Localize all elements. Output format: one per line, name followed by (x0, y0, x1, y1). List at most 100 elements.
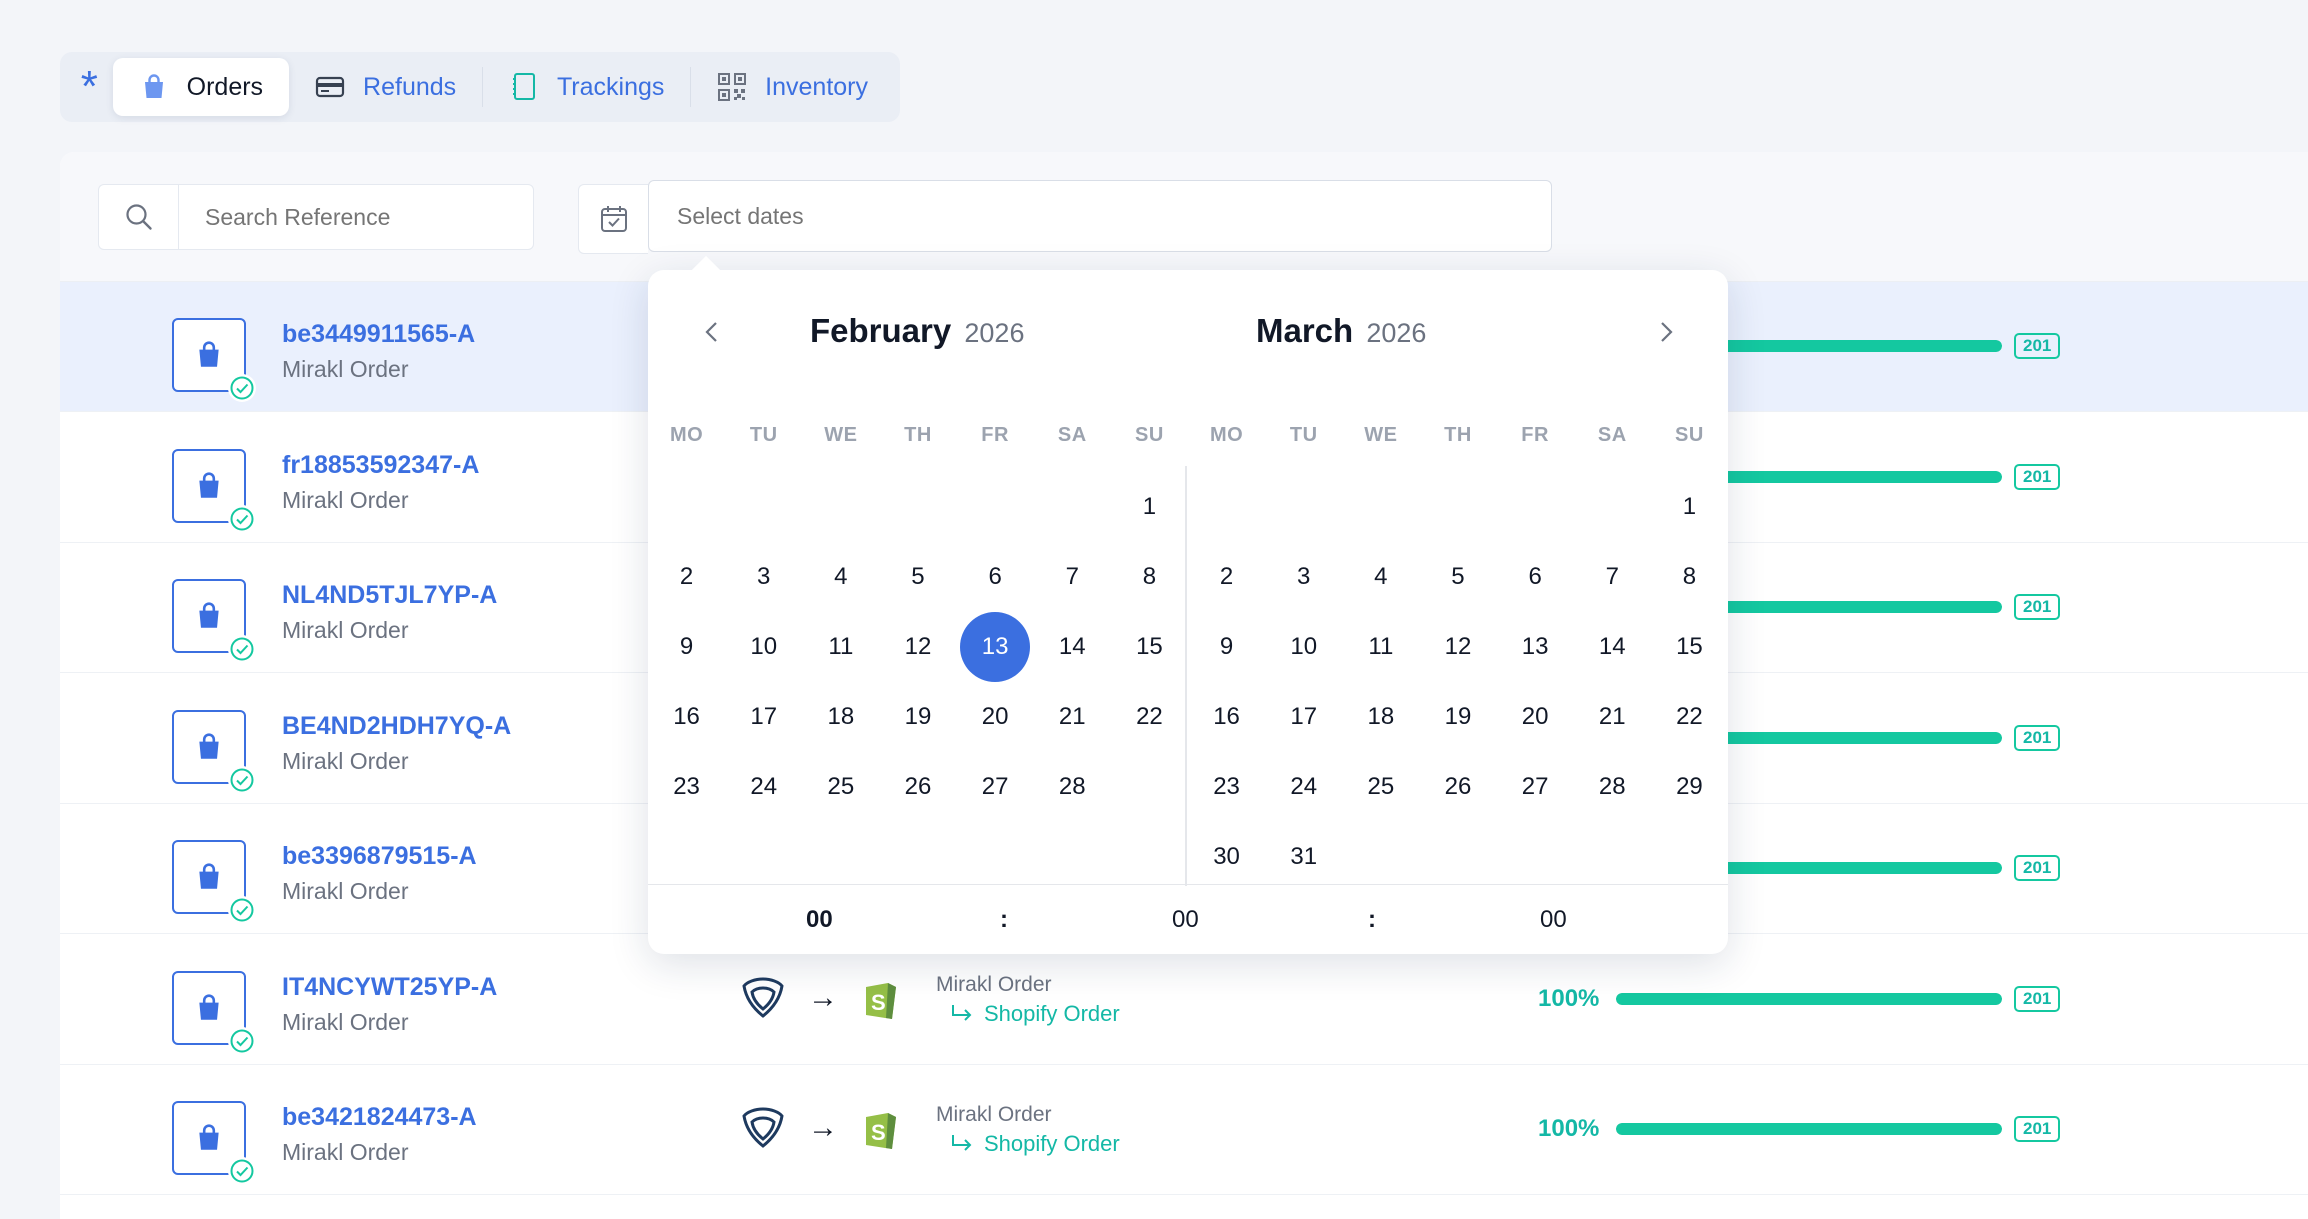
calendar-day[interactable]: 20 (957, 682, 1034, 752)
calendar-day[interactable]: 13 (1497, 612, 1574, 682)
calendar-day[interactable]: 19 (1419, 682, 1496, 752)
prev-month-button[interactable] (690, 310, 734, 354)
check-circle-icon (228, 635, 256, 663)
calendar-day[interactable]: 24 (725, 752, 802, 822)
completion-percent: 100% (1538, 1115, 1600, 1142)
calendar-day[interactable]: 11 (802, 612, 879, 682)
calendar-day[interactable]: 20 (1497, 682, 1574, 752)
order-reference[interactable]: IT4NCYWT25YP-A (282, 973, 497, 1002)
calendar-day[interactable]: 16 (1188, 682, 1265, 752)
month-title-mar: March 2026 (1256, 312, 1427, 349)
calendar-day[interactable]: 28 (1034, 752, 1111, 822)
table-row[interactable]: IT4NCYWT25YP-A Mirakl Order → S Mirakl O… (60, 935, 2308, 1065)
calendar-button[interactable] (578, 184, 648, 254)
calendar-month-february: MO TU WE TH FR SA SU 1 2 3 4 5 6 7 8 9 10 11 12 13 14 15 16 17 1… (648, 424, 1188, 822)
order-reference[interactable]: be3396879515-A (282, 842, 477, 871)
shopping-bag-icon (199, 471, 219, 498)
calendar-day[interactable]: 18 (802, 682, 879, 752)
minutes-input[interactable]: 00 (1172, 906, 1199, 934)
calendar-empty-cell (1574, 472, 1651, 542)
calendar-day[interactable]: 9 (1188, 612, 1265, 682)
order-reference[interactable]: be3449911565-A (282, 320, 475, 349)
tab-refunds[interactable]: Refunds (289, 58, 482, 116)
calendar-day[interactable]: 31 (1265, 822, 1342, 892)
favorites-star-icon[interactable]: * (66, 58, 113, 116)
calendar-day[interactable]: 27 (1497, 752, 1574, 822)
calendar-day[interactable]: 16 (648, 682, 725, 752)
seconds-input[interactable]: 00 (1540, 906, 1567, 934)
calendar-day[interactable]: 30 (1188, 822, 1265, 892)
order-reference[interactable]: NL4ND5TJL7YP-A (282, 581, 497, 610)
calendar-day[interactable]: 27 (957, 752, 1034, 822)
calendar-day[interactable]: 4 (802, 542, 879, 612)
calendar-day[interactable]: 21 (1034, 682, 1111, 752)
chevron-left-icon (705, 322, 717, 342)
order-reference[interactable]: fr18853592347-A (282, 451, 479, 480)
weekday-label: TH (1444, 424, 1472, 446)
calendar-day[interactable]: 22 (1651, 682, 1728, 752)
weekday-label: SU (1675, 424, 1704, 446)
calendar-day[interactable]: 10 (725, 612, 802, 682)
calendar-day[interactable]: 14 (1574, 612, 1651, 682)
order-type-icon (172, 709, 256, 794)
calendar-day[interactable]: 14 (1034, 612, 1111, 682)
search-input[interactable] (178, 184, 534, 250)
calendar-day[interactable]: 10 (1265, 612, 1342, 682)
calendar-day[interactable]: 17 (1265, 682, 1342, 752)
calendar-day[interactable]: 22 (1111, 682, 1188, 752)
calendar-day[interactable]: 23 (648, 752, 725, 822)
order-reference[interactable]: BE4ND2HDH7YQ-A (282, 712, 511, 741)
target-type[interactable]: Shopify Order (936, 1001, 1120, 1027)
weekday-label: SA (1597, 424, 1627, 446)
calendar-day[interactable]: 29 (1651, 752, 1728, 822)
calendar-day[interactable]: 2 (1188, 542, 1265, 612)
calendar-day[interactable]: 26 (1419, 752, 1496, 822)
calendar-day[interactable]: 25 (1342, 752, 1419, 822)
calendar-day-selected[interactable]: 13 (957, 612, 1034, 682)
status-code-badge: 201 (2014, 1116, 2061, 1142)
calendar-day[interactable]: 23 (1188, 752, 1265, 822)
calendar-day[interactable]: 3 (725, 542, 802, 612)
calendar-day[interactable]: 19 (879, 682, 956, 752)
calendar-day[interactable]: 11 (1342, 612, 1419, 682)
search-button[interactable] (98, 184, 178, 250)
calendar-day[interactable]: 2 (648, 542, 725, 612)
table-row[interactable]: be3421824473-A Mirakl Order → S Mirakl O… (60, 1065, 2308, 1195)
target-type[interactable]: Shopify Order (936, 1131, 1120, 1157)
calendar-day[interactable]: 25 (802, 752, 879, 822)
calendar-day[interactable]: 1 (1651, 472, 1728, 542)
calendar-day[interactable]: 18 (1342, 682, 1419, 752)
qr-code-icon (717, 72, 747, 102)
next-month-button[interactable] (1644, 310, 1688, 354)
order-type-icon (172, 579, 256, 663)
order-type: Mirakl Order (282, 486, 409, 513)
calendar-day[interactable]: 6 (1497, 542, 1574, 612)
calendar-day[interactable]: 7 (1034, 542, 1111, 612)
calendar-day[interactable]: 1 (1111, 472, 1188, 542)
tab-trackings[interactable]: Trackings (483, 58, 690, 116)
calendar-day[interactable]: 4 (1342, 542, 1419, 612)
calendar-day[interactable]: 8 (1111, 542, 1188, 612)
tab-orders[interactable]: Orders (112, 58, 290, 116)
calendar-day[interactable]: 12 (1419, 612, 1496, 682)
order-reference[interactable]: be3421824473-A (282, 1103, 477, 1132)
calendar-day[interactable]: 6 (957, 542, 1034, 612)
calendar-day[interactable]: 24 (1265, 752, 1342, 822)
calendar-day[interactable]: 21 (1574, 682, 1651, 752)
calendar-day[interactable]: 26 (879, 752, 956, 822)
calendar-day[interactable]: 8 (1651, 542, 1728, 612)
hours-input[interactable]: 00 (806, 906, 833, 934)
calendar-day[interactable]: 15 (1111, 612, 1188, 682)
date-range-input[interactable] (648, 180, 1552, 252)
calendar-day[interactable]: 7 (1574, 542, 1651, 612)
calendar-day[interactable]: 3 (1265, 542, 1342, 612)
calendar-day[interactable]: 28 (1574, 752, 1651, 822)
calendar-day[interactable]: 12 (879, 612, 956, 682)
calendar-day[interactable]: 15 (1651, 612, 1728, 682)
tab-inventory[interactable]: Inventory (691, 58, 894, 116)
order-type-icon (172, 840, 256, 924)
calendar-day[interactable]: 9 (648, 612, 725, 682)
calendar-day[interactable]: 5 (1419, 542, 1496, 612)
calendar-day[interactable]: 5 (879, 542, 956, 612)
calendar-day[interactable]: 17 (725, 682, 802, 752)
